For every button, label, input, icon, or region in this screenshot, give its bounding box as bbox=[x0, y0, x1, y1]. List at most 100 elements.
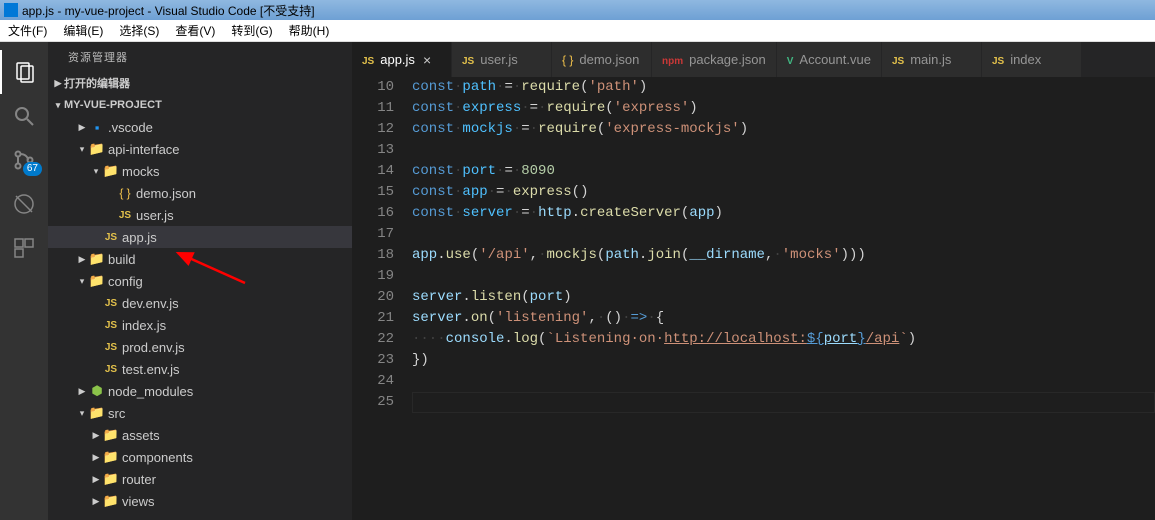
section-project[interactable]: ▾ MY-VUE-PROJECT bbox=[48, 94, 352, 116]
tab-index[interactable]: JS index bbox=[982, 42, 1082, 77]
twist-icon: ▶ bbox=[76, 122, 88, 133]
tree-item-demo-json[interactable]: { }demo.json bbox=[48, 182, 352, 204]
twist-icon: ▾ bbox=[76, 276, 88, 287]
tab-icon: JS bbox=[992, 52, 1004, 67]
tree-item--vscode[interactable]: ▶▪.vscode bbox=[48, 116, 352, 138]
menu-select[interactable]: 选择(S) bbox=[119, 22, 159, 39]
tab-icon: JS bbox=[892, 52, 904, 67]
sidebar-title: 资源管理器 bbox=[48, 42, 352, 72]
file-label: node_modules bbox=[108, 384, 193, 399]
activity-debug[interactable] bbox=[0, 182, 48, 226]
editor-tabs: JS app.js × JS user.js { }demo.jsonnpmpackage… bbox=[352, 42, 1155, 77]
scm-badge: 67 bbox=[23, 162, 42, 176]
file-icon: ▪ bbox=[88, 120, 106, 135]
file-icon: 📁 bbox=[102, 449, 120, 465]
file-label: build bbox=[108, 252, 135, 267]
menu-view[interactable]: 查看(V) bbox=[175, 22, 215, 39]
file-label: demo.json bbox=[136, 186, 196, 201]
file-icon: 📁 bbox=[102, 471, 120, 487]
menu-file[interactable]: 文件(F) bbox=[8, 22, 47, 39]
file-label: src bbox=[108, 406, 125, 421]
tab-icon: { } bbox=[562, 52, 573, 67]
twist-icon: ▶ bbox=[90, 474, 102, 485]
editor: JS app.js × JS user.js { }demo.jsonnpmpackage… bbox=[352, 42, 1155, 520]
tree-item-prod-env-js[interactable]: JSprod.env.js bbox=[48, 336, 352, 358]
tab-label: app.js bbox=[380, 52, 415, 67]
menu-edit[interactable]: 编辑(E) bbox=[63, 22, 103, 39]
tab-label: user.js bbox=[480, 52, 518, 67]
tab-icon: npm bbox=[662, 52, 683, 67]
tree-item-dev-env-js[interactable]: JSdev.env.js bbox=[48, 292, 352, 314]
tree-item-config[interactable]: ▾📁config bbox=[48, 270, 352, 292]
vscode-icon bbox=[4, 3, 18, 17]
tab-icon: JS bbox=[362, 52, 374, 67]
tab-icon: JS bbox=[462, 52, 474, 67]
close-icon[interactable]: × bbox=[423, 52, 431, 68]
window-titlebar: app.js - my-vue-project - Visual Studio … bbox=[0, 0, 1155, 20]
file-label: router bbox=[122, 472, 156, 487]
activity-extensions[interactable] bbox=[0, 226, 48, 270]
tab-main-js[interactable]: JS main.js bbox=[882, 42, 982, 77]
tree-item-api-interface[interactable]: ▾📁api-interface bbox=[48, 138, 352, 160]
tree-item-build[interactable]: ▶📁build bbox=[48, 248, 352, 270]
file-label: mocks bbox=[122, 164, 160, 179]
twist-icon: ▶ bbox=[90, 496, 102, 507]
tree-item-user-js[interactable]: JSuser.js bbox=[48, 204, 352, 226]
tab-demo-json[interactable]: { }demo.json bbox=[552, 42, 652, 77]
file-icon: JS bbox=[102, 342, 120, 353]
code-lines[interactable]: const·path·=·require('path')const·expres… bbox=[412, 77, 1155, 520]
file-icon: JS bbox=[116, 210, 134, 221]
tab-account-vue[interactable]: VAccount.vue bbox=[777, 42, 882, 77]
file-tree: ▶▪.vscode▾📁api-interface▾📁mocks{ }demo.j… bbox=[48, 116, 352, 512]
tree-item-test-env-js[interactable]: JStest.env.js bbox=[48, 358, 352, 380]
menubar: 文件(F) 编辑(E) 选择(S) 查看(V) 转到(G) 帮助(H) bbox=[0, 20, 1155, 42]
file-icon: JS bbox=[102, 320, 120, 331]
file-icon: 📁 bbox=[102, 163, 120, 179]
code-area[interactable]: 10111213141516171819202122232425 const·p… bbox=[352, 77, 1155, 520]
activity-scm[interactable]: 67 bbox=[0, 138, 48, 182]
window-title: app.js - my-vue-project - Visual Studio … bbox=[22, 2, 315, 19]
tab-user-js[interactable]: JS user.js bbox=[452, 42, 552, 77]
file-label: config bbox=[108, 274, 143, 289]
tree-item-node-modules[interactable]: ▶⬢node_modules bbox=[48, 380, 352, 402]
file-label: dev.env.js bbox=[122, 296, 179, 311]
menu-goto[interactable]: 转到(G) bbox=[231, 22, 272, 39]
tree-item-mocks[interactable]: ▾📁mocks bbox=[48, 160, 352, 182]
tab-label: Account.vue bbox=[799, 52, 871, 67]
file-icon: 📁 bbox=[88, 273, 106, 289]
tree-item-views[interactable]: ▶📁views bbox=[48, 490, 352, 512]
tree-item-app-js[interactable]: JSapp.js bbox=[48, 226, 352, 248]
tree-item-index-js[interactable]: JSindex.js bbox=[48, 314, 352, 336]
file-label: assets bbox=[122, 428, 160, 443]
line-gutter: 10111213141516171819202122232425 bbox=[352, 77, 412, 520]
file-label: user.js bbox=[136, 208, 174, 223]
file-icon: 📁 bbox=[102, 493, 120, 509]
file-icon: 📁 bbox=[88, 141, 106, 157]
activity-search[interactable] bbox=[0, 94, 48, 138]
tree-item-assets[interactable]: ▶📁assets bbox=[48, 424, 352, 446]
twist-icon: ▶ bbox=[90, 452, 102, 463]
sidebar: 资源管理器 ▶ 打开的编辑器 ▾ MY-VUE-PROJECT ▶▪.vscod… bbox=[48, 42, 352, 520]
tree-item-src[interactable]: ▾📁src bbox=[48, 402, 352, 424]
activity-bar: 67 bbox=[0, 42, 48, 520]
file-label: prod.env.js bbox=[122, 340, 185, 355]
file-icon: ⬢ bbox=[88, 383, 106, 399]
file-icon: { } bbox=[116, 186, 134, 200]
file-label: .vscode bbox=[108, 120, 153, 135]
tab-app-js[interactable]: JS app.js × bbox=[352, 42, 452, 77]
twist-icon: ▶ bbox=[90, 430, 102, 441]
twist-icon: ▾ bbox=[76, 144, 88, 155]
tab-package-json[interactable]: npmpackage.json bbox=[652, 42, 777, 77]
tree-item-components[interactable]: ▶📁components bbox=[48, 446, 352, 468]
tab-label: index bbox=[1010, 52, 1041, 67]
tree-item-router[interactable]: ▶📁router bbox=[48, 468, 352, 490]
section-open-editors[interactable]: ▶ 打开的编辑器 bbox=[48, 72, 352, 94]
twist-icon: ▾ bbox=[90, 166, 102, 177]
file-label: components bbox=[122, 450, 193, 465]
activity-explorer[interactable] bbox=[0, 50, 48, 94]
menu-help[interactable]: 帮助(H) bbox=[289, 22, 330, 39]
file-label: index.js bbox=[122, 318, 166, 333]
file-label: app.js bbox=[122, 230, 157, 245]
tab-label: main.js bbox=[910, 52, 951, 67]
file-icon: 📁 bbox=[102, 427, 120, 443]
